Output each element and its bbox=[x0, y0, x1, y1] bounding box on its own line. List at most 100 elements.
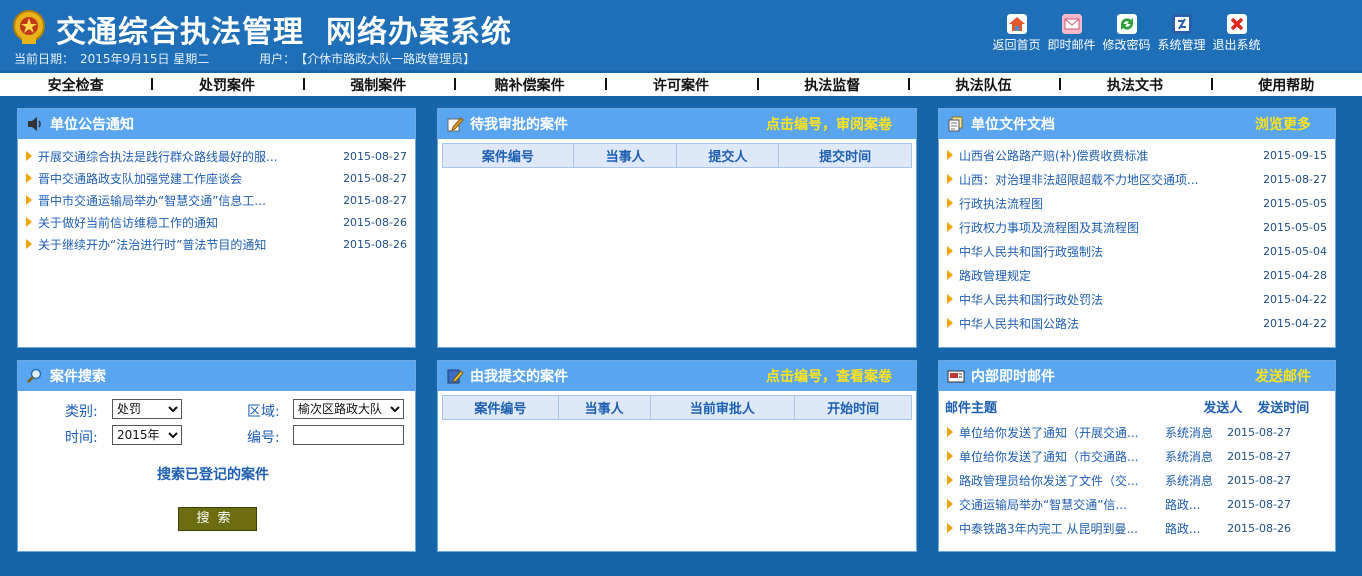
mail-sender: 路政... bbox=[1165, 497, 1201, 512]
document-link[interactable]: 中华人民共和国行政强制法 bbox=[959, 243, 1257, 260]
list-item: 行政执法流程图 2015-05-05 bbox=[947, 191, 1327, 215]
change-password-button[interactable]: 修改密码 bbox=[1099, 14, 1154, 53]
document-link[interactable]: 山西省公路路产赔(补)偿费收费标准 bbox=[959, 147, 1257, 164]
subject-column-header: 邮件主题 bbox=[945, 401, 998, 416]
instant-mail-button[interactable]: 即时邮件 bbox=[1044, 14, 1099, 53]
system-management-button[interactable]: 系统管理 bbox=[1154, 14, 1209, 53]
submitted-view-link[interactable]: 点击编号，查看案卷 bbox=[766, 366, 892, 386]
nav-help[interactable]: 使用帮助 bbox=[1210, 75, 1362, 95]
close-icon bbox=[1226, 14, 1247, 34]
document-stack-icon bbox=[948, 116, 963, 132]
browse-more-link[interactable]: 浏览更多 bbox=[1255, 114, 1311, 134]
notices-list: 开展交通综合执法是践行群众路线最好的服... 2015-08-27 晋中交通路政支… bbox=[18, 139, 415, 255]
exit-button[interactable]: 退出系统 bbox=[1209, 14, 1264, 53]
mail-subject-link[interactable]: 单位给你发送了通知（开展交通... bbox=[959, 424, 1165, 441]
edit-icon bbox=[447, 117, 464, 132]
list-item: 中华人民共和国行政强制法 2015-05-04 bbox=[947, 239, 1327, 263]
send-mail-link[interactable]: 发送邮件 bbox=[1255, 366, 1311, 386]
main-nav: 安全检查 处罚案件 强制案件 赔补偿案件 许可案件 执法监督 执法队伍 执法文书… bbox=[0, 73, 1362, 96]
date-label: 当前日期： bbox=[14, 52, 75, 66]
column-header[interactable]: 当前审批人 bbox=[649, 395, 796, 420]
notebook-edit-icon bbox=[447, 369, 464, 384]
type-select[interactable]: 处罚 bbox=[112, 399, 182, 419]
column-header[interactable]: 当事人 bbox=[572, 143, 678, 168]
notice-link[interactable]: 关于继续开办“法治进行时”普法节目的通知 bbox=[38, 236, 337, 253]
search-button[interactable]: 搜索 bbox=[178, 507, 257, 531]
document-link[interactable]: 路政管理规定 bbox=[959, 267, 1257, 284]
mail-date: 2015-08-27 bbox=[1227, 449, 1291, 463]
documents-title: 单位文件文档 bbox=[971, 117, 1055, 133]
search-header: 案件搜索 bbox=[18, 361, 415, 391]
pending-review-link[interactable]: 点击编号，审阅案卷 bbox=[766, 114, 892, 134]
user-info-bar: 当前日期： 2015年9月15日 星期二 用户： 【介休市路政大队一路政管理员】 bbox=[14, 50, 481, 67]
app-title-part1: 交通综合执法管理 bbox=[56, 15, 304, 50]
list-item: 山西省公路路产赔(补)偿费收费标准 2015-09-15 bbox=[947, 143, 1327, 167]
nav-enforcement-cases[interactable]: 强制案件 bbox=[302, 75, 454, 95]
year-select[interactable]: 2015年 bbox=[112, 425, 182, 445]
nav-permit-cases[interactable]: 许可案件 bbox=[605, 75, 756, 95]
document-link[interactable]: 中华人民共和国公路法 bbox=[959, 315, 1257, 332]
submitted-cases-panel: 由我提交的案件 点击编号，查看案卷 案件编号 当事人 当前审批人 开始时间 bbox=[437, 360, 917, 552]
notice-link[interactable]: 开展交通综合执法是践行群众路线最好的服... bbox=[38, 148, 337, 165]
document-date: 2015-04-22 bbox=[1263, 292, 1327, 306]
arrow-bullet-icon bbox=[947, 198, 953, 208]
mail-subject-link[interactable]: 单位给你发送了通知（市交通路... bbox=[959, 448, 1165, 465]
app-title-part2: 网络办案系统 bbox=[326, 15, 512, 50]
notice-date: 2015-08-27 bbox=[343, 149, 407, 163]
time-label: 时间: bbox=[65, 430, 98, 446]
search-registered-link[interactable]: 搜索已登记的案件 bbox=[157, 464, 269, 484]
nav-documents[interactable]: 执法文书 bbox=[1059, 75, 1210, 95]
column-header[interactable]: 当事人 bbox=[557, 395, 651, 420]
mail-sender: 系统消息 bbox=[1165, 473, 1214, 488]
arrow-bullet-icon bbox=[947, 523, 953, 533]
home-label: 返回首页 bbox=[992, 38, 1041, 52]
exit-label: 退出系统 bbox=[1212, 38, 1261, 52]
document-link[interactable]: 行政执法流程图 bbox=[959, 195, 1257, 212]
arrow-bullet-icon bbox=[947, 427, 953, 437]
list-item: 行政权力事项及流程图及其流程图 2015-05-05 bbox=[947, 215, 1327, 239]
user-label: 用户： bbox=[259, 52, 296, 66]
mail-label: 即时邮件 bbox=[1047, 38, 1096, 52]
list-item: 山西：对治理非法超限超载不力地区交通项... 2015-08-27 bbox=[947, 167, 1327, 191]
password-label: 修改密码 bbox=[1102, 38, 1151, 52]
document-date: 2015-04-28 bbox=[1263, 268, 1327, 282]
document-link[interactable]: 山西：对治理非法超限超载不力地区交通项... bbox=[959, 171, 1257, 188]
mail-subject-link[interactable]: 路政管理员给你发送了文件（交... bbox=[959, 472, 1165, 489]
emblem-logo-icon bbox=[13, 10, 45, 44]
document-link[interactable]: 行政权力事项及流程图及其流程图 bbox=[959, 219, 1257, 236]
home-button[interactable]: 返回首页 bbox=[989, 14, 1044, 53]
column-header[interactable]: 提交人 bbox=[676, 143, 780, 168]
mail-date: 2015-08-27 bbox=[1227, 473, 1291, 487]
document-link[interactable]: 中华人民共和国行政处罚法 bbox=[959, 291, 1257, 308]
submitted-cases-table: 案件编号 当事人 当前审批人 开始时间 bbox=[442, 395, 912, 420]
list-item: 晋中交通路政支队加强党建工作座谈会 2015-08-27 bbox=[26, 167, 407, 189]
region-select[interactable]: 榆次区路政大队 bbox=[293, 399, 404, 419]
submitted-title: 由我提交的案件 bbox=[470, 369, 568, 385]
column-header[interactable]: 案件编号 bbox=[442, 143, 574, 168]
column-header[interactable]: 开始时间 bbox=[794, 395, 912, 420]
mail-subject-link[interactable]: 中泰铁路3年内完工 从昆明到曼... bbox=[959, 520, 1165, 537]
column-header[interactable]: 提交时间 bbox=[778, 143, 912, 168]
mail-icon bbox=[1061, 14, 1082, 34]
mail-date: 2015-08-27 bbox=[1227, 425, 1291, 439]
mail-subject-link[interactable]: 交通运输局举办“智慧交通”信... bbox=[959, 496, 1165, 513]
arrow-bullet-icon bbox=[26, 239, 32, 249]
list-item: 单位给你发送了通知（开展交通... 系统消息 2015-08-27 bbox=[947, 420, 1329, 444]
nav-supervision[interactable]: 执法监督 bbox=[756, 75, 908, 95]
nav-penalty-cases[interactable]: 处罚案件 bbox=[151, 75, 302, 95]
list-item: 路政管理员给你发送了文件（交... 系统消息 2015-08-27 bbox=[947, 468, 1329, 492]
notice-link[interactable]: 晋中市交通运输局举办“智慧交通”信息工... bbox=[38, 192, 337, 209]
sender-column-header: 发送人 bbox=[1203, 401, 1243, 416]
notice-link[interactable]: 关于做好当前信访维稳工作的通知 bbox=[38, 214, 337, 231]
nav-safety-inspection[interactable]: 安全检查 bbox=[0, 75, 151, 95]
mail-title: 内部即时邮件 bbox=[971, 369, 1055, 385]
nav-team[interactable]: 执法队伍 bbox=[907, 75, 1059, 95]
magnifier-icon bbox=[27, 368, 42, 383]
list-item: 开展交通综合执法是践行群众路线最好的服... 2015-08-27 bbox=[26, 145, 407, 167]
document-date: 2015-09-15 bbox=[1263, 148, 1327, 162]
notice-link[interactable]: 晋中交通路政支队加强党建工作座谈会 bbox=[38, 170, 337, 187]
column-header[interactable]: 案件编号 bbox=[442, 395, 559, 420]
arrow-bullet-icon bbox=[26, 195, 32, 205]
case-number-input[interactable] bbox=[293, 425, 404, 445]
nav-compensation-cases[interactable]: 赔补偿案件 bbox=[453, 75, 605, 95]
